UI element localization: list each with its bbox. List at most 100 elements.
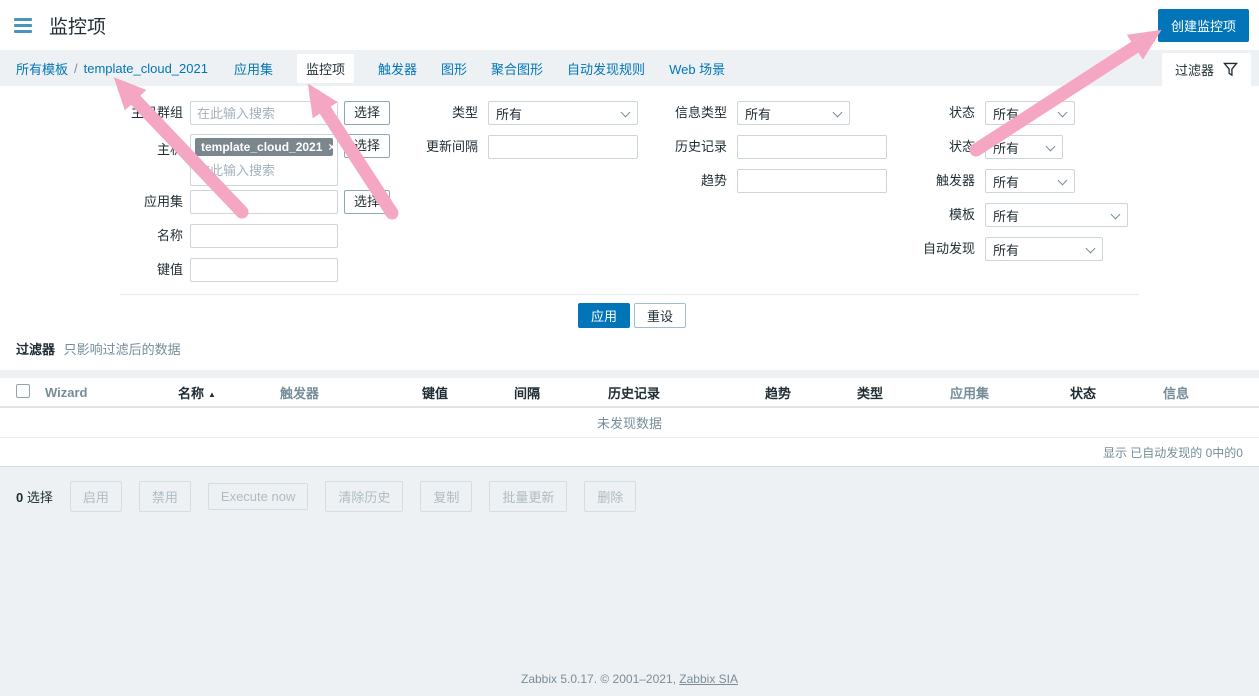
- select-all-cell: [16, 384, 45, 401]
- state-select-value: 所有: [993, 104, 1019, 123]
- tab-triggers[interactable]: 触发器: [378, 54, 417, 83]
- filter-tab[interactable]: 过滤器: [1162, 53, 1251, 86]
- discovery-label: 自动发现: [830, 237, 975, 261]
- copy-button[interactable]: 复制: [420, 481, 472, 512]
- items-table: Wizard 名称▲ 触发器 键值 间隔 历史记录 趋势 类型 应用集 状态 信…: [0, 378, 1259, 467]
- tab-graphs[interactable]: 图形: [441, 54, 467, 83]
- state-select[interactable]: 所有: [985, 101, 1075, 125]
- update-interval-label: 更新间隔: [340, 135, 478, 159]
- discovery-select-value: 所有: [993, 240, 1019, 259]
- col-history[interactable]: 历史记录: [608, 383, 765, 402]
- col-key[interactable]: 键值: [422, 383, 514, 402]
- empty-data-row: 未发现数据: [0, 408, 1259, 438]
- filter-note-text: 只影响过滤后的数据: [64, 342, 181, 357]
- host-group-label: 主机群组: [20, 101, 183, 125]
- triggers-select-value: 所有: [993, 172, 1019, 191]
- chevron-down-icon: [1058, 108, 1068, 118]
- col-interval[interactable]: 间隔: [514, 383, 608, 402]
- app-header: 监控项 创建监控项: [0, 0, 1259, 50]
- filter-tab-label: 过滤器: [1175, 60, 1214, 79]
- filter-divider: [120, 294, 1139, 295]
- col-info: 信息: [1163, 383, 1259, 402]
- chevron-down-icon: [1058, 176, 1068, 186]
- chevron-down-icon: [1086, 244, 1096, 254]
- host-group-input[interactable]: [190, 101, 338, 125]
- host-multiselect[interactable]: template_cloud_2021 × 在此输入搜索: [190, 134, 338, 186]
- selected-count-label: 选择: [27, 490, 53, 505]
- col-wizard: Wizard: [45, 385, 178, 400]
- menu-icon[interactable]: [14, 15, 34, 36]
- selected-count: 0 选择: [16, 487, 53, 506]
- delete-button[interactable]: 删除: [584, 481, 636, 512]
- host-tag: template_cloud_2021 ×: [195, 138, 333, 156]
- breadcrumb-separator: /: [74, 61, 78, 76]
- info-type-select-value: 所有: [745, 104, 771, 123]
- col-trends[interactable]: 趋势: [765, 383, 857, 402]
- chevron-down-icon: [1046, 142, 1056, 152]
- select-all-checkbox[interactable]: [16, 384, 30, 398]
- col-triggers: 触发器: [280, 383, 422, 402]
- breadcrumb-all-templates[interactable]: 所有模板: [16, 59, 68, 78]
- tab-web-scenarios[interactable]: Web 场景: [669, 54, 725, 83]
- template-select[interactable]: 所有: [985, 203, 1128, 227]
- table-summary: 显示 已自动发现的 0中的0: [0, 438, 1259, 466]
- page-title: 监控项: [49, 12, 106, 39]
- application-label: 应用集: [20, 190, 183, 214]
- col-status[interactable]: 状态: [1070, 383, 1163, 402]
- application-select-button[interactable]: 选择: [344, 190, 390, 214]
- filter-note: 过滤器 只影响过滤后的数据: [0, 331, 1259, 370]
- host-tag-label: template_cloud_2021: [201, 140, 322, 154]
- tab-applications[interactable]: 应用集: [234, 54, 273, 83]
- table-header-row: Wizard 名称▲ 触发器 键值 间隔 历史记录 趋势 类型 应用集 状态 信…: [0, 378, 1259, 408]
- col-name[interactable]: 名称▲: [178, 383, 280, 402]
- type-label: 类型: [340, 101, 478, 125]
- filter-panel: 主机群组 选择 主机 template_cloud_2021 × 在此输入搜索 …: [0, 86, 1259, 370]
- trends-label: 趋势: [590, 169, 727, 193]
- mass-update-button[interactable]: 批量更新: [489, 481, 567, 512]
- col-type[interactable]: 类型: [857, 383, 950, 402]
- host-label: 主机: [20, 138, 183, 162]
- breadcrumb-template-name[interactable]: template_cloud_2021: [84, 61, 208, 76]
- name-label: 名称: [20, 224, 183, 248]
- tab-discovery-rules[interactable]: 自动发现规则: [567, 54, 645, 83]
- col-applications: 应用集: [950, 383, 1070, 402]
- application-input[interactable]: [190, 190, 338, 214]
- chevron-down-icon: [1111, 210, 1121, 220]
- status-select[interactable]: 所有: [985, 135, 1063, 159]
- clear-history-button[interactable]: 清除历史: [325, 481, 403, 512]
- footer-link[interactable]: Zabbix SIA: [679, 672, 738, 686]
- create-item-button[interactable]: 创建监控项: [1158, 9, 1249, 42]
- name-input[interactable]: [190, 224, 338, 248]
- status-label: 状态: [830, 135, 975, 159]
- host-search-placeholder: 在此输入搜索: [195, 160, 333, 179]
- history-label: 历史记录: [590, 135, 727, 159]
- triggers-label: 触发器: [830, 169, 975, 193]
- template-label: 模板: [830, 203, 975, 227]
- disable-button[interactable]: 禁用: [139, 481, 191, 512]
- enable-button[interactable]: 启用: [70, 481, 122, 512]
- selected-count-number: 0: [16, 490, 23, 505]
- type-select-value: 所有: [496, 104, 522, 123]
- tab-items[interactable]: 监控项: [297, 54, 354, 83]
- discovery-select[interactable]: 所有: [985, 237, 1103, 261]
- entity-tabs: 应用集 监控项 触发器 图形 聚合图形 自动发现规则 Web 场景: [234, 54, 725, 83]
- reset-button[interactable]: 重设: [634, 303, 686, 328]
- filter-funnel-icon: [1223, 62, 1238, 77]
- state-label: 状态: [830, 101, 975, 125]
- action-bar: 0 选择 启用 禁用 Execute now 清除历史 复制 批量更新 删除: [0, 481, 1259, 512]
- status-select-value: 所有: [993, 138, 1019, 157]
- breadcrumb-nav: 所有模板 / template_cloud_2021 应用集 监控项 触发器 图…: [0, 50, 1259, 86]
- execute-now-button[interactable]: Execute now: [208, 483, 308, 510]
- tab-screens[interactable]: 聚合图形: [491, 54, 543, 83]
- info-type-label: 信息类型: [590, 101, 727, 125]
- apply-button[interactable]: 应用: [578, 303, 630, 328]
- app-footer: Zabbix 5.0.17. © 2001–2021, Zabbix SIA: [0, 672, 1259, 686]
- template-select-value: 所有: [993, 206, 1019, 225]
- filter-note-title: 过滤器: [16, 342, 55, 357]
- sort-asc-icon: ▲: [208, 390, 216, 399]
- key-label: 键值: [20, 258, 183, 282]
- key-input[interactable]: [190, 258, 338, 282]
- tag-close-icon[interactable]: ×: [328, 140, 335, 154]
- triggers-select[interactable]: 所有: [985, 169, 1075, 193]
- footer-text: Zabbix 5.0.17. © 2001–2021,: [521, 672, 679, 686]
